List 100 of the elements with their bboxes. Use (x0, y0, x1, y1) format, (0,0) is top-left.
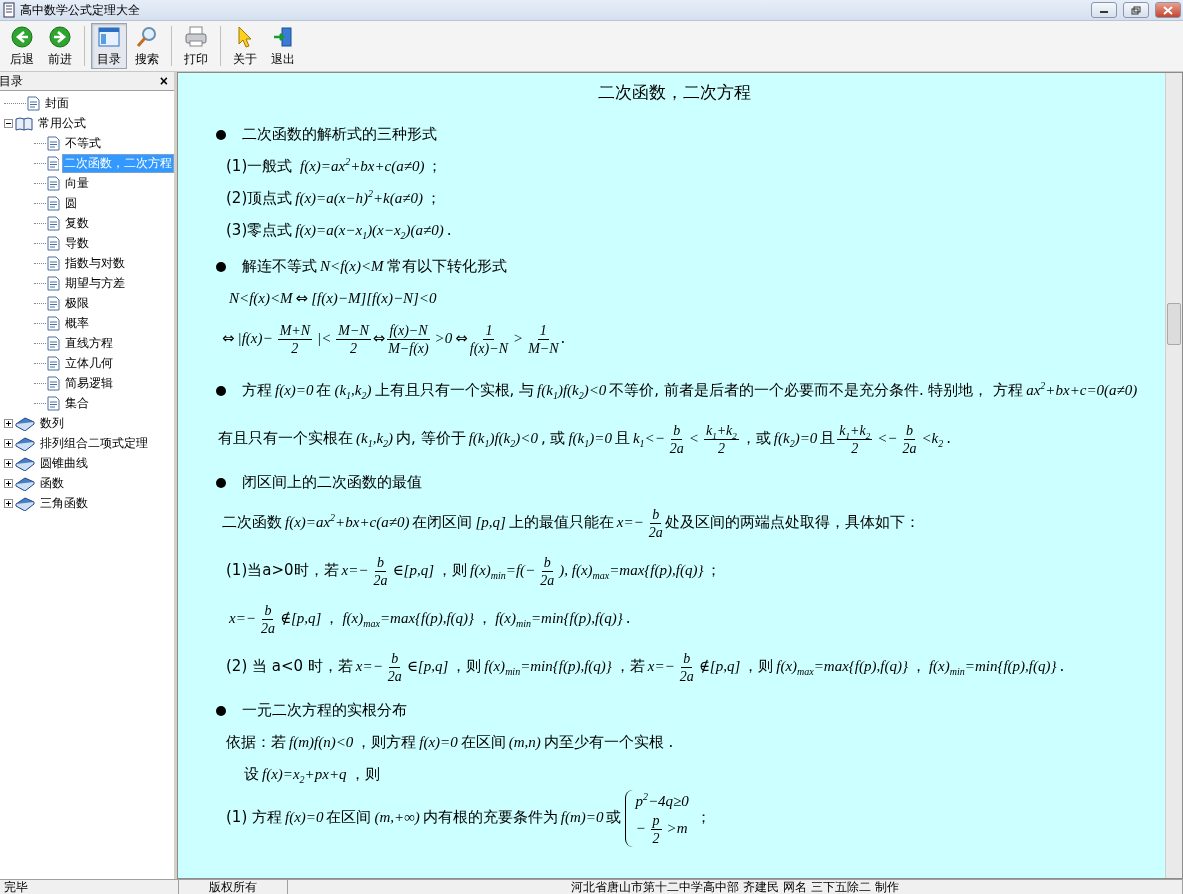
paragraph-text: 处及区间的两端点处取得，具体如下： (664, 513, 920, 531)
tree-item[interactable]: 简易逻辑 (63, 373, 115, 393)
bullet-icon (216, 130, 226, 141)
paragraph-text: 上的最值只能在 (508, 513, 614, 531)
toolbar-button[interactable]: 后退 (4, 23, 40, 69)
paragraph-text: 且 (820, 429, 836, 447)
page-icon (47, 195, 60, 211)
paragraph-text: 二次函数的解析式的三种形式 (242, 125, 437, 143)
toolbar-button[interactable]: 前进 (42, 23, 78, 69)
expand-toggle[interactable] (4, 418, 13, 428)
expand-toggle[interactable] (4, 458, 13, 468)
tree-item[interactable]: 指数与对数 (63, 253, 127, 273)
paragraph-text: . (625, 609, 631, 627)
tree-item[interactable]: 直线方程 (63, 333, 115, 353)
formula: [f(x)−M][f(x)−N]<0 (311, 290, 437, 306)
bullet-icon (216, 706, 226, 717)
expand-toggle[interactable] (4, 498, 13, 508)
paragraph-text: ； (426, 189, 441, 207)
fraction: b 2a (260, 601, 275, 637)
tree-item[interactable]: 三角函数 (38, 493, 90, 513)
minimize-button[interactable] (1091, 2, 1117, 18)
tree-item[interactable]: 函数 (38, 473, 66, 493)
plus-icon (5, 439, 12, 447)
fraction: k$_{1}$+k$_{2}$ 2 (703, 421, 739, 457)
plus-icon (5, 479, 12, 487)
formula: f(x)$_{max}$=max{f(p),f(q)} (342, 610, 475, 626)
paragraph-text: 闭区间上的二次函数的最值 (242, 473, 422, 491)
formula: f(x)=ax$^{2}$+bx+c(a≠0) (300, 158, 425, 174)
paragraph-text: 方程 (242, 381, 272, 399)
tree-item[interactable]: 排列组合二项式定理 (38, 433, 150, 453)
paragraph-text: ， (477, 609, 493, 627)
paragraph-text: ⇔ (222, 329, 235, 347)
formula: f(x)$_{min}$=f(− (470, 562, 536, 578)
paragraph-text: 解连不等式 (242, 257, 317, 275)
formula: f(k$_{1}$)=0 (568, 430, 612, 446)
expand-toggle[interactable] (4, 438, 13, 448)
paragraph-text: 有且只有一个实根在 (218, 429, 353, 447)
tree-item[interactable]: 期望与方差 (63, 273, 127, 293)
tree-item[interactable]: 集合 (63, 393, 91, 413)
fraction: M+N 2 (277, 321, 313, 357)
toolbar-button[interactable]: 目录 (91, 23, 127, 69)
panel-title: 目录 (0, 72, 23, 90)
formula: (k$_{1}$,k$_{2}$) (334, 382, 372, 398)
formula: k$_{1}$<− (632, 430, 665, 446)
formula: f(x)=0 (275, 382, 314, 398)
formula: |f(x)− (237, 330, 273, 346)
toolbar-button[interactable]: 打印 (178, 23, 214, 69)
tree-item[interactable]: 极限 (63, 293, 91, 313)
formula: ∉[p,q] (279, 610, 322, 626)
tree-item[interactable]: 数列 (38, 413, 66, 433)
close-button[interactable] (1155, 2, 1181, 18)
tree-item[interactable]: 复数 (63, 213, 91, 233)
page-icon (47, 135, 60, 151)
tree-item[interactable]: 向量 (63, 173, 91, 193)
page-icon (47, 375, 60, 391)
tree-item[interactable]: 圆 (63, 193, 79, 213)
toolbar-button[interactable]: 关于 (227, 23, 263, 69)
scrollbar-thumb[interactable] (1167, 303, 1181, 345)
tree-item[interactable]: 不等式 (63, 133, 103, 153)
tree-item[interactable]: 导数 (63, 233, 91, 253)
fraction: b 2a (679, 649, 694, 685)
paragraph-text: 或 (606, 808, 622, 827)
formula: |< (317, 330, 332, 346)
formula: ax$^{2}$+bx+c=0(a≠0) (1026, 382, 1138, 398)
tree-item[interactable]: 常用公式 (36, 113, 88, 133)
tree-item[interactable]: 封面 (43, 93, 71, 113)
page-icon (46, 155, 59, 171)
formula: < (688, 430, 699, 446)
fraction: M−N 2 (336, 321, 371, 357)
toolbar-button[interactable]: 搜索 (129, 23, 165, 69)
open-book-icon (15, 115, 33, 131)
page-icon (47, 175, 60, 191)
expand-toggle[interactable] (4, 478, 13, 488)
close-button[interactable]: × (159, 74, 168, 88)
panel-icon (98, 26, 120, 48)
tree-item[interactable]: 概率 (63, 313, 91, 333)
tree-item[interactable]: 圆锥曲线 (38, 453, 90, 473)
paragraph-text: . (446, 221, 452, 239)
paragraph-text: ，则 (349, 765, 380, 783)
toolbar-button[interactable]: 退出 (265, 23, 301, 69)
plus-icon (5, 499, 12, 507)
paragraph-text: 在区间 (326, 808, 372, 827)
formula: >0 (434, 330, 453, 346)
fraction: k$_{1}$+k$_{2}$ 2 (837, 421, 873, 457)
scrollbar[interactable] (1165, 73, 1182, 878)
paragraph-text: ⇔ (455, 329, 468, 347)
paragraph-text: ，则方程 (356, 733, 417, 751)
formula: f(x)$_{min}$=min{f(p),f(q)} (928, 658, 1057, 674)
paragraph-text: 在闭区间 (412, 513, 473, 531)
restore-button[interactable] (1123, 2, 1149, 18)
tree-item[interactable]: 立体几何 (63, 353, 115, 373)
formula: (m,+∞) (374, 809, 420, 826)
paragraph-text: (1)当a>0时，若 (226, 561, 339, 579)
paragraph-text: (2)顶点式 (226, 189, 293, 207)
formula: > (513, 330, 524, 346)
paragraph-text: ， (910, 657, 926, 675)
paragraph-text: ⇔ (295, 289, 309, 307)
formula: x=− (355, 658, 383, 674)
formula: ∉[p,q] (698, 658, 741, 674)
expand-toggle[interactable] (4, 118, 13, 128)
